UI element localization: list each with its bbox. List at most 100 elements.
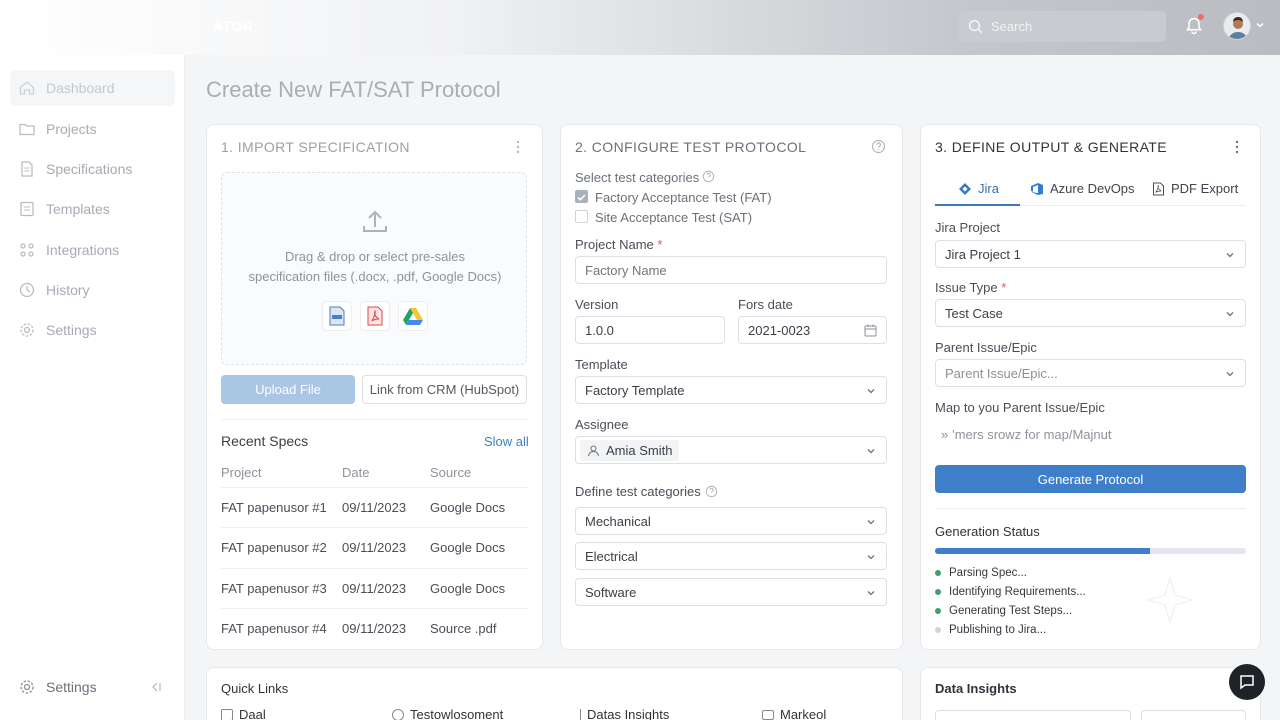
date-value: 2021-0023: [748, 322, 811, 338]
quick-link-item[interactable]: Markeol: [762, 707, 826, 720]
fat-checkbox[interactable]: [575, 190, 588, 203]
google-drive-file-tile: [398, 301, 428, 331]
status-label: Identifying Requirements...: [949, 586, 1086, 598]
collapse-sidebar-icon[interactable]: [148, 679, 164, 695]
sat-label: Site Acceptance Test (SAT): [595, 210, 753, 225]
version-label: Version: [575, 297, 619, 312]
sidebar-item-specifications[interactable]: Specifications: [10, 151, 175, 187]
row-project: FAT papenusor #4: [221, 621, 327, 636]
quick-link-item[interactable]: Datas Insights: [580, 707, 669, 720]
google-drive-icon: [403, 308, 423, 325]
insights-range-select[interactable]: [1141, 710, 1246, 720]
row-project: FAT papenusor #1: [221, 500, 327, 515]
version-input[interactable]: 1.0.0: [575, 316, 725, 344]
chevron-down-icon: [867, 389, 875, 394]
search-input[interactable]: [991, 19, 1151, 34]
project-name-input[interactable]: [575, 256, 887, 284]
tab-pdf-export[interactable]: PDF Export: [1152, 172, 1238, 205]
calendar-icon[interactable]: [864, 324, 877, 337]
chevron-down-icon: [867, 449, 875, 454]
divider: [221, 527, 527, 528]
row-project: FAT papenusor #3: [221, 581, 327, 596]
issue-type-select[interactable]: Test Case: [935, 299, 1246, 327]
status-dot: [935, 627, 941, 633]
checkmark-icon: [577, 194, 586, 201]
select-categories-label: Select test categories: [575, 170, 700, 185]
project-name-label: Project Name *: [575, 237, 662, 252]
tab-label: PDF Export: [1171, 181, 1239, 196]
assignee-label: Assignee: [575, 417, 629, 432]
status-item-publishing: Publishing to Jira...: [935, 624, 1046, 636]
row-project: FAT papenusor #2: [221, 540, 327, 555]
quick-link-item[interactable]: Daal: [221, 707, 266, 720]
user-avatar[interactable]: [1223, 12, 1251, 40]
quick-link-item[interactable]: Testowlosoment: [392, 707, 503, 720]
pdf-icon: [1153, 182, 1164, 195]
more-options-icon[interactable]: [1235, 140, 1239, 154]
pdf-file-tile: [360, 301, 390, 331]
status-item-parsing: Parsing Spec...: [935, 567, 1027, 579]
generate-protocol-button[interactable]: Generate Protocol: [935, 465, 1246, 493]
chevron-down-icon: [1226, 312, 1234, 317]
active-tab-indicator: [935, 204, 1020, 206]
sidebar-item-settings[interactable]: Settings: [10, 312, 175, 348]
document-icon: [21, 161, 33, 177]
recent-specs-title: Recent Specs: [221, 433, 309, 449]
map-hint-text: » ’mers srowz for map/Majnut: [941, 427, 1112, 442]
help-icon[interactable]: [871, 139, 886, 154]
dropzone-text-line2: specification files (.docx, .pdf, Google…: [248, 269, 502, 284]
row-source: Source .pdf: [430, 621, 497, 636]
row-date: 09/11/2023: [342, 540, 407, 555]
sparkle-watermark-icon: [1145, 575, 1195, 625]
category-select-electrical[interactable]: Electrical: [575, 542, 887, 570]
chevron-down-icon[interactable]: [1255, 20, 1265, 30]
category-select-mechanical[interactable]: Mechanical: [575, 507, 887, 535]
row-source: Google Docs: [430, 581, 506, 596]
chat-button[interactable]: [1229, 664, 1265, 700]
parent-issue-select[interactable]: Parent Issue/Epic...: [935, 359, 1246, 387]
sidebar-item-label: Integrations: [46, 242, 120, 258]
jira-icon: [959, 182, 971, 195]
show-all-link[interactable]: Slow all: [484, 434, 529, 449]
row-source: Google Docs: [430, 500, 506, 515]
date-input[interactable]: 2021-0023: [738, 316, 887, 344]
divider: [935, 508, 1246, 509]
category-value: Mechanical: [585, 513, 651, 529]
sidebar-item-label: Projects: [46, 121, 97, 137]
jira-project-select[interactable]: Jira Project 1: [935, 240, 1246, 268]
app-brand: ATOR: [213, 18, 254, 34]
tab-azure-devops[interactable]: Azure DevOps: [1030, 172, 1135, 205]
help-icon[interactable]: [702, 170, 715, 183]
upload-file-button[interactable]: Upload File: [221, 375, 355, 404]
progress-fill: [935, 548, 1150, 554]
required-mark: *: [657, 237, 663, 252]
sidebar-item-history[interactable]: History: [10, 272, 175, 308]
search-box[interactable]: [958, 11, 1166, 42]
sidebar-item-templates[interactable]: Templates: [10, 191, 175, 227]
map-parent-label: Map to уou Parent Issue/Epic: [935, 400, 1105, 415]
sat-checkbox[interactable]: [575, 210, 588, 223]
file-dropzone[interactable]: Drag & drop or select pre-sales specific…: [221, 172, 527, 365]
status-dot: [935, 589, 941, 595]
generation-status-title: Generation Status: [935, 524, 1040, 539]
divider: [221, 487, 527, 488]
sidebar-item-projects[interactable]: Projects: [10, 111, 175, 147]
assignee-select[interactable]: Amia Smith: [575, 436, 887, 464]
category-select-software[interactable]: Software: [575, 578, 887, 606]
dropzone-text-line1: Drag & drop or select pre-sales: [285, 249, 465, 264]
quick-link-label: Markeol: [780, 707, 827, 720]
insights-select[interactable]: [935, 710, 1131, 720]
more-options-icon[interactable]: [516, 140, 520, 154]
link-crm-button[interactable]: Link from CRM (HubSpot): [362, 375, 527, 404]
help-icon[interactable]: [705, 485, 718, 498]
output-card-title: 3. DEFINE OUTPUT & GENERATE: [935, 139, 1167, 155]
template-select[interactable]: Factory Template: [575, 376, 887, 404]
sidebar-item-dashboard[interactable]: Dashboard: [10, 70, 175, 106]
row-date: 09/11/2023: [342, 621, 407, 636]
status-label: Generating Test Steps...: [949, 605, 1073, 617]
import-card-title: 1. IMPORT SPECIFICATION: [221, 139, 410, 155]
tab-jira[interactable]: Jira: [958, 172, 999, 205]
assignee-chip[interactable]: Amia Smith: [580, 439, 680, 461]
sidebar-item-integrations[interactable]: Integrations: [10, 232, 175, 268]
sidebar-bottom-settings-label: Settings: [46, 679, 97, 695]
